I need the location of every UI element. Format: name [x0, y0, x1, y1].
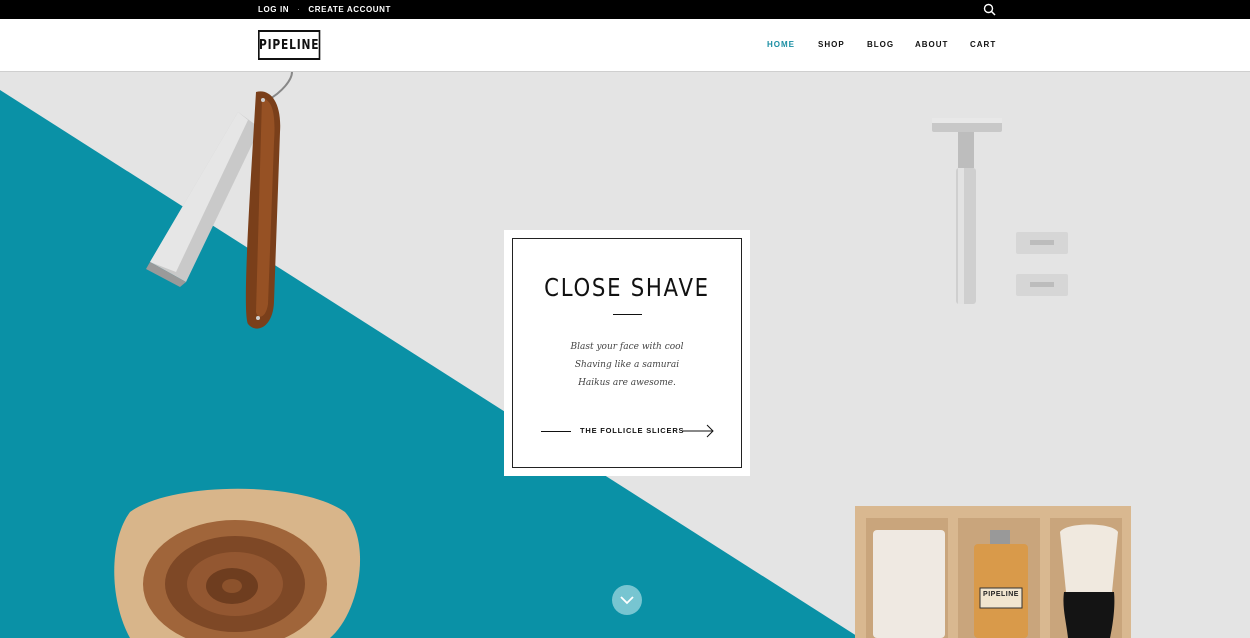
cta-label: THE FOLLICLE SLICERS [580, 426, 685, 435]
hero-poem: Blast your face with cool Shaving like a… [513, 338, 741, 392]
poem-line: Shaving like a samurai [574, 360, 680, 370]
poem-line: Haikus are awesome. [578, 378, 676, 388]
nav-blog[interactable]: BLOG [867, 40, 894, 49]
nav-home[interactable]: HOME [767, 40, 795, 49]
card-frame: CLOSE SHAVE Blast your face with cool Sh… [512, 238, 742, 468]
nav-cart[interactable]: CART [970, 40, 996, 49]
title-divider [613, 314, 642, 315]
scroll-down-button[interactable] [612, 585, 642, 615]
hero-banner: PIPELINE CLOSE SHAVE Blast your face wit… [0, 72, 1250, 638]
follicle-slicers-link[interactable]: THE FOLLICLE SLICERS [541, 423, 714, 439]
separator: · [297, 5, 301, 14]
box-label: PIPELINE [983, 591, 1019, 598]
nav-shop[interactable]: SHOP [818, 40, 845, 49]
top-utility-bar: LOG IN · CREATE ACCOUNT [0, 0, 1250, 19]
hero-card: CLOSE SHAVE Blast your face with cool Sh… [504, 230, 750, 476]
poem-line: Blast your face with cool [570, 342, 684, 352]
site-logo[interactable]: PIPELINE [258, 30, 321, 60]
wood-slice-image [114, 488, 361, 638]
search-icon[interactable] [983, 3, 996, 16]
account-links: LOG IN · CREATE ACCOUNT [258, 0, 391, 19]
wooden-box-image [855, 506, 1131, 638]
create-account-link[interactable]: CREATE ACCOUNT [308, 5, 391, 14]
cta-line [541, 431, 571, 432]
hero-title: CLOSE SHAVE [544, 273, 710, 302]
login-link[interactable]: LOG IN [258, 5, 289, 14]
chevron-down-icon [620, 596, 634, 605]
safety-razor-image [932, 118, 1068, 304]
site-header: PIPELINE HOME SHOP BLOG ABOUT CART [0, 19, 1250, 72]
nav-about[interactable]: ABOUT [915, 40, 948, 49]
arrow-right-icon [683, 424, 714, 438]
